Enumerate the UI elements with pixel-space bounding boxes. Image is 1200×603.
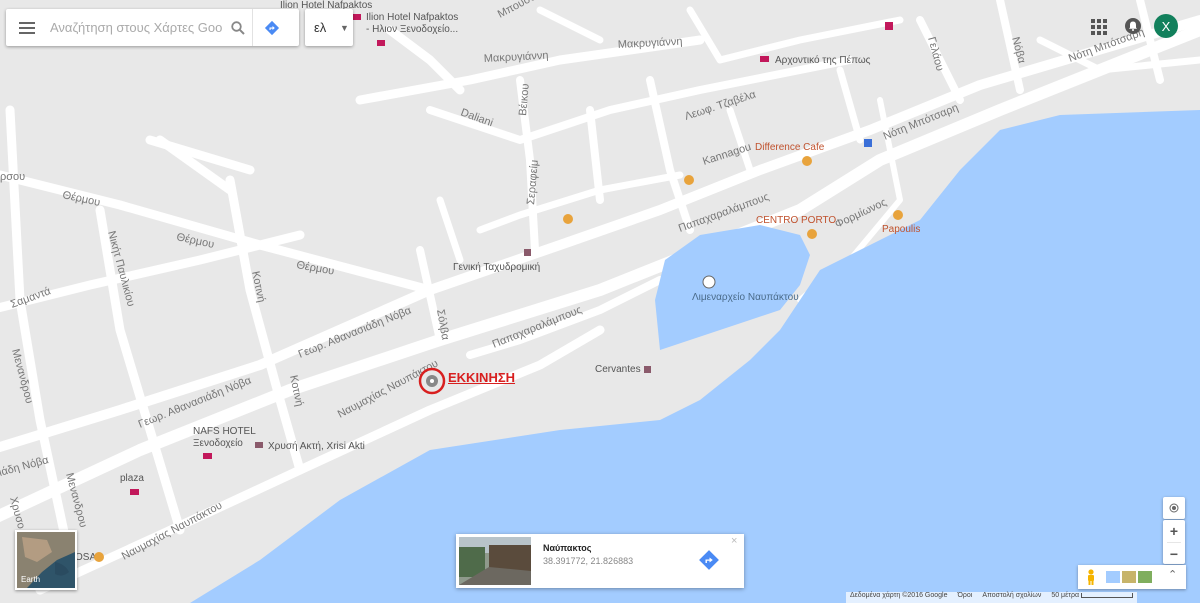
directions-button[interactable] <box>252 9 291 46</box>
restaurant-icon <box>563 214 573 224</box>
bus-stop-icon <box>864 139 872 147</box>
map-footer: Δεδομένα χάρτη ©2016 Google Όροι Αποστολ… <box>846 592 1137 603</box>
street-view-thumbnail[interactable] <box>459 537 531 585</box>
poi-papoulis[interactable]: Papoulis <box>882 224 920 235</box>
poi-arxontiko[interactable]: Αρχοντικό της Πέπως <box>775 54 871 66</box>
card-coordinates: 38.391772, 21.826883 <box>543 556 634 566</box>
search-box <box>6 9 299 46</box>
close-icon[interactable]: × <box>731 535 737 547</box>
directions-icon[interactable] <box>698 549 720 571</box>
search-icon <box>231 20 245 35</box>
hamburger-menu-icon <box>19 21 35 34</box>
earth-label: Earth <box>21 575 41 584</box>
pegman-icon[interactable] <box>1084 569 1098 585</box>
map-canvas[interactable]: Μπουσάρ… Μακρυγιάννη Μακρυγιάννη Βέικου … <box>0 0 1200 603</box>
zoom-controls: + − <box>1163 520 1185 564</box>
street-label: ρσου <box>0 171 25 183</box>
menu-button[interactable] <box>6 9 48 46</box>
hotel-icon <box>760 56 769 62</box>
poi-ilion-hotel[interactable]: Ilion Hotel Nafpaktos <box>366 12 458 23</box>
restaurant-icon <box>94 552 104 562</box>
map-data-attribution: Δεδομένα χάρτη ©2016 Google <box>850 592 948 599</box>
restaurant-icon <box>807 229 817 239</box>
cafe-icon <box>802 156 812 166</box>
hotel-icon <box>130 489 139 495</box>
museum-icon <box>885 22 893 30</box>
scale-bar <box>1080 592 1133 598</box>
send-feedback-link[interactable]: Αποστολή σχολίων <box>982 592 1041 603</box>
notifications-icon[interactable] <box>1124 17 1142 35</box>
search-button[interactable] <box>224 9 252 46</box>
poi-nafs-hotel[interactable]: NAFS HOTEL <box>193 426 256 437</box>
poi-plaza[interactable]: plaza <box>120 473 144 484</box>
poi-centro-porto[interactable]: CENTRO PORTO <box>756 215 836 226</box>
card-title: Ναύπακτος <box>543 543 592 553</box>
start-label[interactable]: ΕΚΚΙΝΗΣΗ <box>448 370 515 385</box>
hotel-icon <box>203 453 212 459</box>
scale-indicator: 50 μέτρα <box>1051 592 1133 603</box>
poi-chrysi-akti[interactable]: Χρυσή Ακτή, Xrisi Akti <box>268 440 365 452</box>
poi-difference-cafe[interactable]: Difference Cafe <box>755 142 825 153</box>
poi-osa[interactable]: OSA <box>75 552 96 563</box>
zoom-out-button[interactable]: − <box>1163 543 1185 565</box>
map-tools-bar: ⌃ <box>1078 565 1186 589</box>
directions-icon <box>264 20 280 35</box>
chevron-down-icon: ▼ <box>340 22 349 33</box>
my-location-icon <box>1169 503 1179 513</box>
hotel-icon <box>353 14 361 20</box>
apps-grid-icon[interactable] <box>1090 18 1108 36</box>
cafe-icon <box>684 175 694 185</box>
search-input[interactable] <box>48 19 224 36</box>
landmark-icon <box>644 366 651 373</box>
poi-nafs-hotel-sub[interactable]: Ξενοδοχείο <box>193 437 243 449</box>
scale-label: 50 μέτρα <box>1051 592 1080 599</box>
map-layers-thumbnails[interactable] <box>1106 571 1152 583</box>
hotel-icon <box>255 442 263 448</box>
terms-link[interactable]: Όροι <box>958 592 973 603</box>
my-location-button[interactable] <box>1163 497 1185 519</box>
poi-ilion-hotel-sub[interactable]: - Ηλιον Ξενοδοχείο... <box>366 23 458 35</box>
language-value: ελ <box>314 20 327 35</box>
port-icon <box>702 275 716 289</box>
language-select[interactable]: ελ ▼ <box>305 9 353 46</box>
poi-port-authority[interactable]: Λιμεναρχείο Ναυπάκτου <box>692 291 799 303</box>
poi-post-office[interactable]: Γενική Ταχυδρομική <box>453 261 540 273</box>
street-view-image <box>459 537 531 585</box>
post-office-icon <box>524 249 531 256</box>
zoom-in-button[interactable]: + <box>1163 520 1185 542</box>
location-card: Ναύπακτος 38.391772, 21.826883 × <box>456 534 744 588</box>
hotel-icon <box>377 40 385 46</box>
restaurant-icon <box>893 210 903 220</box>
avatar[interactable]: X <box>1154 14 1178 38</box>
poi-cervantes[interactable]: Cervantes <box>595 364 641 375</box>
chevron-up-icon[interactable]: ⌃ <box>1168 568 1177 581</box>
earth-view-toggle[interactable]: Earth <box>15 530 77 590</box>
